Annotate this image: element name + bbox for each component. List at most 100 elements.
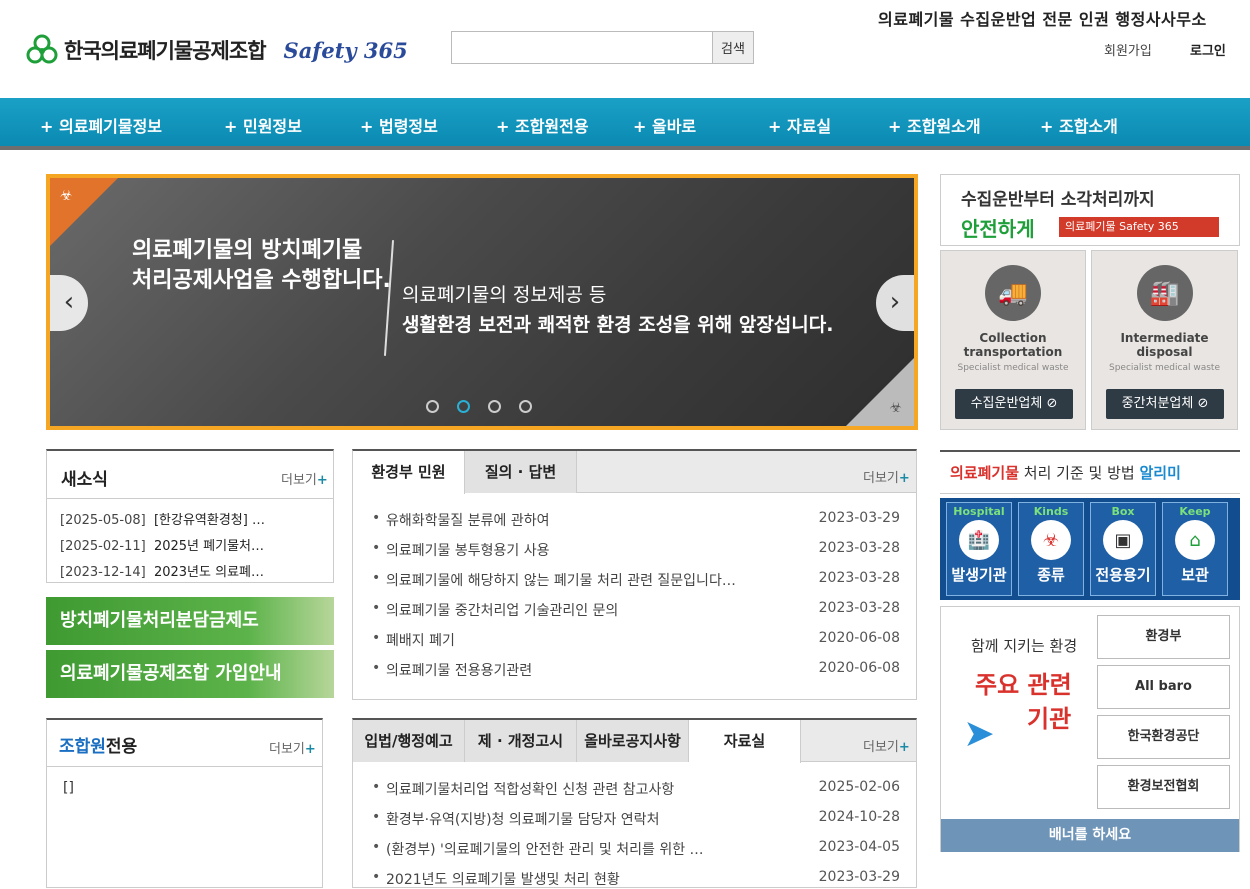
- post-title: 환경부·유역(지방)청 의료폐기물 담당자 연락처: [386, 812, 660, 828]
- list-item[interactable]: [2023-12-14] 2023년도 의료폐…: [60, 561, 264, 580]
- board-more-link[interactable]: 더보기+: [863, 467, 910, 486]
- slider-headline-2: 처리공제사업을 수행합니다.: [132, 268, 391, 293]
- post-date: 2023-04-05: [818, 839, 900, 855]
- news-box: 새소식 더보기+ [2025-05-08] [한강유역환경청] … [2025-…: [46, 449, 334, 583]
- list-item[interactable]: • 의료폐기물에 해당하지 않는 폐기물 처리 관련 질문입니다… 2023-03-…: [372, 570, 900, 590]
- cell-ko: 보관: [1181, 566, 1209, 584]
- nav-union-intro[interactable]: + 조합소개: [1040, 113, 1118, 137]
- promo-line-1: 수집운반부터 소각처리까지: [961, 190, 1155, 210]
- main-slider: ☣ ☣ 의료폐기물의 방치폐기물 처리공제사업을 수행합니다. 의료폐기물의 정…: [46, 174, 918, 430]
- tab-legislation[interactable]: 입법/행정예고: [353, 720, 465, 762]
- plus-icon: +: [316, 473, 328, 488]
- truck-icon: 🚚: [985, 265, 1041, 321]
- nav-civil-info[interactable]: + 민원정보: [224, 113, 302, 137]
- banner-abandoned-waste[interactable]: 방치폐기물처리분담금제도: [46, 597, 334, 645]
- list-item[interactable]: • 환경부·유역(지방)청 의료폐기물 담당자 연락처 2024-10-28: [372, 809, 900, 829]
- service-title: Intermediate disposal: [1120, 331, 1209, 359]
- agency-allbaro[interactable]: All baro: [1097, 665, 1230, 709]
- info-title-c: 알리미: [1139, 464, 1181, 482]
- more-label: 더보기: [863, 740, 899, 755]
- slider-dot-3[interactable]: [488, 400, 501, 413]
- nav-member-intro[interactable]: + 조합원소개: [888, 113, 981, 137]
- post-date: 2023-03-29: [818, 510, 900, 526]
- service-subtitle: Specialist medical waste: [1109, 363, 1220, 373]
- storage-icon: ⌂: [1175, 520, 1215, 560]
- slider-dot-2[interactable]: [457, 400, 470, 413]
- members-more-link[interactable]: 더보기+: [269, 738, 316, 757]
- list-item[interactable]: • (환경부) '의료폐기물의 안전한 관리 및 처리를 위한 … 2023-04-…: [372, 839, 900, 859]
- nav-law-info[interactable]: + 법령정보: [360, 113, 438, 137]
- list-item[interactable]: • 유해화학물질 분류에 관하여 2023-03-29: [372, 510, 900, 530]
- slider-prev-button[interactable]: ‹: [50, 275, 88, 331]
- nav-medical-waste-info[interactable]: + 의료폐기물정보: [40, 113, 162, 137]
- collection-companies-button[interactable]: 수집운반업체 ⊘: [955, 389, 1073, 419]
- logo-text: 한국의료폐기물공제조합: [64, 39, 267, 63]
- agency-keco[interactable]: 한국환경공단: [1097, 715, 1230, 759]
- post-date: 2020-06-08: [818, 660, 900, 676]
- post-title: 의료폐기물처리업 적합성확인 신청 관련 참고사항: [386, 782, 675, 798]
- members-box: 조합원전용 더보기+ []: [46, 718, 323, 888]
- slider-dots: [426, 400, 532, 413]
- promo-line-2: 안전하게: [961, 217, 1035, 241]
- members-content: []: [63, 780, 74, 796]
- agency-ministry-environment[interactable]: 환경부: [1097, 615, 1230, 659]
- post-date: 2024-10-28: [818, 809, 900, 825]
- disposal-companies-button[interactable]: 중간처분업체 ⊘: [1106, 389, 1224, 419]
- banner-footer[interactable]: 배너를 하세요: [941, 819, 1239, 852]
- search-input[interactable]: [451, 31, 712, 64]
- nav-members-only[interactable]: + 조합원전용: [496, 113, 589, 137]
- post-title: 2021년도 의료폐기물 발생및 처리 현황: [386, 872, 620, 888]
- top-title: 의료폐기물 수집운반업 전문 인권 행정사사무소: [878, 10, 1207, 29]
- list-item[interactable]: [2025-02-11] 2025년 폐기물처…: [60, 535, 264, 554]
- tab-allbaro-notice[interactable]: 올바로공지사항: [577, 720, 689, 762]
- post-date: 2025-02-06: [818, 779, 900, 795]
- join-link[interactable]: 회원가입: [1104, 40, 1152, 59]
- post-date: 2023-03-28: [818, 570, 900, 586]
- slider-corner-decoration: [846, 358, 914, 426]
- promo-banner[interactable]: 수집운반부터 소각처리까지 안전하게 의료폐기물 Safety 365: [940, 174, 1240, 246]
- list-item[interactable]: • 의료폐기물 전용용기관련 2020-06-08: [372, 660, 900, 680]
- biohazard-icon: ☣: [889, 400, 902, 416]
- search-button[interactable]: 검색: [712, 31, 754, 64]
- list-item[interactable]: • 폐배지 폐기 2020-06-08: [372, 630, 900, 650]
- list-item[interactable]: [2025-05-08] [한강유역환경청] …: [60, 509, 265, 528]
- slider-next-button[interactable]: ›: [876, 275, 914, 331]
- agencies-heading-1: 주요 관련: [975, 671, 1072, 699]
- list-item[interactable]: • 의료폐기물 봉투형용기 사용 2023-03-28: [372, 540, 900, 560]
- info-title-b: 처리 기준 및 방법: [1019, 464, 1140, 482]
- info-cell-box[interactable]: Box ▣ 전용용기: [1090, 502, 1156, 596]
- agency-env-association[interactable]: 환경보전협회: [1097, 765, 1230, 809]
- tab-ministry-civil[interactable]: 환경부 민원: [353, 451, 465, 494]
- members-title-a: 조합원: [59, 737, 106, 757]
- tab-archive[interactable]: 자료실: [689, 720, 801, 763]
- cell-en: Hospital: [953, 505, 1005, 518]
- service-subtitle: Specialist medical waste: [957, 363, 1069, 373]
- tab-qna[interactable]: 질의 · 답변: [465, 451, 577, 493]
- board-more-link[interactable]: 더보기+: [863, 736, 910, 755]
- login-link[interactable]: 로그인: [1190, 40, 1226, 59]
- slider-dot-1[interactable]: [426, 400, 439, 413]
- list-item[interactable]: • 의료폐기물처리업 적합성확인 신청 관련 참고사항 2025-02-06: [372, 779, 900, 799]
- plus-icon: +: [898, 471, 910, 486]
- info-cell-hospital[interactable]: Hospital 🏥 발생기관: [946, 502, 1012, 596]
- news-text: 2025년 폐기물처…: [153, 539, 264, 554]
- slider-headline-1: 의료폐기물의 방치폐기물: [132, 238, 363, 263]
- tab-notice-revision[interactable]: 제 · 개정고시: [465, 720, 577, 762]
- cell-ko: 발생기관: [951, 566, 1007, 584]
- list-item[interactable]: • 2021년도 의료폐기물 발생및 처리 현황 2023-03-29: [372, 869, 900, 889]
- box-icon: ▣: [1103, 520, 1143, 560]
- nav-archive[interactable]: + 자료실: [768, 113, 831, 137]
- service-disposal[interactable]: 🏭 Intermediate disposal Specialist medic…: [1091, 250, 1238, 430]
- civil-board: 환경부 민원 질의 · 답변 더보기+ • 유해화학물질 분류에 관하여 2023-…: [352, 449, 917, 700]
- list-item[interactable]: • 의료폐기물 중간처리업 기술관리인 문의 2023-03-28: [372, 600, 900, 620]
- news-more-link[interactable]: 더보기+: [281, 469, 328, 488]
- info-cell-keep[interactable]: Keep ⌂ 보관: [1162, 502, 1228, 596]
- logo[interactable]: 한국의료폐기물공제조합 Safety 365: [26, 34, 408, 66]
- service-collection[interactable]: 🚚 Collection transportation Specialist m…: [940, 250, 1086, 430]
- slider-subtext: 의료폐기물의 정보제공 등 생활환경 보전과 쾌적한 환경 조성을 위해 앞장섭…: [402, 280, 833, 340]
- nav-allbaro[interactable]: + 올바로: [633, 113, 696, 137]
- slider-dot-4[interactable]: [519, 400, 532, 413]
- info-cell-kinds[interactable]: Kinds ☣ 종류: [1018, 502, 1084, 596]
- post-title: 의료폐기물에 해당하지 않는 폐기물 처리 관련 질문입니다…: [386, 573, 736, 589]
- banner-join-guide[interactable]: 의료폐기물공제조합 가입안내: [46, 650, 334, 698]
